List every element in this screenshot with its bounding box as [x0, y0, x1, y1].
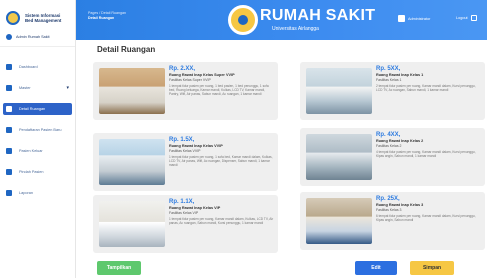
- sidebar-item-label: Master: [19, 86, 31, 90]
- tampilkan-button[interactable]: Tampilkan: [97, 261, 141, 275]
- sidebar: Sistem Informasi Bed Management Admin Ru…: [0, 0, 76, 278]
- sidebar-item-label: Pendaftaran Pasien Baru: [19, 128, 62, 132]
- clipboard-icon: [6, 127, 12, 133]
- report-icon: [6, 190, 12, 196]
- room-facility: Fasilitas Kelas VIP: [169, 211, 199, 215]
- room-description: 6 tempat tidur pasien per ruang, Kamar m…: [376, 213, 476, 222]
- hospital-logo-icon: [6, 11, 20, 25]
- header-title: RUMAH SAKIT: [260, 7, 376, 24]
- sidebar-item-master[interactable]: Master ▾: [0, 82, 75, 94]
- room-facility: Fasilitas Kelas 1: [376, 78, 402, 82]
- brand-line2: Bed Management: [25, 18, 62, 23]
- room-price: Rp. 1.5X,: [169, 137, 195, 143]
- room-description: 2 tempat tidur pasien per ruang, Kamar m…: [376, 83, 476, 92]
- top-header: Pages / Detail Ruangan Detail Ruangan RU…: [76, 0, 487, 40]
- room-facility: Fasilitas Kelas 2: [376, 144, 402, 148]
- room-price: Rp. 4XX,: [376, 132, 401, 138]
- sidebar-user: Admin Rumah Sakit: [0, 31, 75, 47]
- simpan-button[interactable]: Simpan: [410, 261, 454, 275]
- transfer-icon: [6, 169, 12, 175]
- sidebar-item-laporan[interactable]: Laporan: [0, 187, 75, 199]
- room-photo: [99, 201, 165, 247]
- header-subtitle: Universitas Airlangga: [272, 26, 319, 32]
- exit-icon: [6, 148, 12, 154]
- sidebar-item-dashboard[interactable]: Dashboard: [0, 61, 75, 73]
- room-card-kelas-3[interactable]: Rp. 25X, Ruang Rawat Inap Kelas 3 Fasili…: [300, 192, 485, 250]
- room-photo: [306, 198, 372, 244]
- sidebar-item-detail-ruangan[interactable]: Detail Ruangan: [3, 103, 72, 115]
- breadcrumb: Pages / Detail Ruangan Detail Ruangan: [88, 11, 126, 21]
- sidebar-user-label: Admin Rumah Sakit: [16, 35, 50, 39]
- room-photo: [99, 68, 165, 114]
- sidebar-item-label: Pindah Pasien: [19, 170, 44, 174]
- bed-icon: [6, 106, 12, 112]
- brand-text: Sistem Informasi Bed Management: [25, 13, 61, 23]
- sidebar-item-pasien-keluar[interactable]: Pasien Keluar: [0, 145, 75, 157]
- chevron-down-icon: ▾: [66, 85, 69, 91]
- room-photo: [99, 139, 165, 185]
- room-card-vip[interactable]: Rp. 1.1X, Ruang Rawat Inap Kelas VIP Fas…: [93, 195, 278, 253]
- university-logo-icon: [228, 5, 258, 35]
- room-facility: Fasilitas Kelas Super VVIP: [169, 78, 211, 82]
- home-icon: [6, 64, 12, 70]
- page-title: Detail Ruangan: [97, 45, 156, 54]
- logout-button[interactable]: Logout: [456, 15, 477, 21]
- person-icon: [6, 85, 12, 91]
- edit-button[interactable]: Edit: [355, 261, 397, 275]
- sidebar-item-label: Laporan: [19, 191, 33, 195]
- sidebar-item-label: Dashboard: [19, 65, 38, 69]
- logout-icon: [470, 15, 477, 21]
- room-card-kelas-1[interactable]: Rp. 5XX, Ruang Rawat Inap Kelas 1 Fasili…: [300, 62, 485, 120]
- room-price: Rp. 2.XX,: [169, 66, 196, 72]
- brand: Sistem Informasi Bed Management: [0, 0, 75, 31]
- room-description: 4 tempat tidur pasien per ruang, Kamar m…: [376, 149, 476, 158]
- room-card-kelas-2[interactable]: Rp. 4XX, Ruang Rawat Inap Kelas 2 Fasili…: [300, 128, 485, 186]
- room-card-super-vvip[interactable]: Rp. 2.XX, Ruang Rawat Inap Kelas Super V…: [93, 62, 278, 120]
- room-description: 1 tempat tidur pasien per ruang, Kamar m…: [169, 216, 274, 225]
- sidebar-item-label: Pasien Keluar: [19, 149, 43, 153]
- user-avatar-icon: [6, 34, 12, 40]
- sidebar-item-pindah-pasien[interactable]: Pindah Pasien: [0, 166, 75, 178]
- user-icon: [398, 15, 405, 22]
- room-description: 1 tempat tidur pasien per ruang, 1 bed p…: [169, 83, 269, 97]
- header-user-label: Administrator: [408, 16, 431, 21]
- sidebar-item-label: Detail Ruangan: [19, 107, 46, 111]
- room-photo: [306, 134, 372, 180]
- room-price: Rp. 5XX,: [376, 66, 401, 72]
- room-description: 1 tempat tidur pasien per ruang, 1 sofa …: [169, 154, 273, 168]
- room-photo: [306, 68, 372, 114]
- room-price: Rp. 1.1X,: [169, 199, 195, 205]
- room-card-vvip[interactable]: Rp. 1.5X, Ruang Rawat Inap Kelas VVIP Fa…: [93, 133, 278, 191]
- room-facility: Fasilitas Kelas VVIP: [169, 149, 201, 153]
- sidebar-nav: Dashboard Master ▾ Detail Ruangan Pendaf…: [0, 61, 75, 199]
- room-facility: Fasilitas Kelas 3: [376, 208, 402, 212]
- logout-label: Logout: [456, 16, 468, 20]
- breadcrumb-current: Detail Ruangan: [88, 16, 115, 20]
- sidebar-item-pendaftaran[interactable]: Pendaftaran Pasien Baru: [0, 124, 75, 136]
- room-price: Rp. 25X,: [376, 196, 400, 202]
- header-user[interactable]: Administrator: [398, 15, 430, 22]
